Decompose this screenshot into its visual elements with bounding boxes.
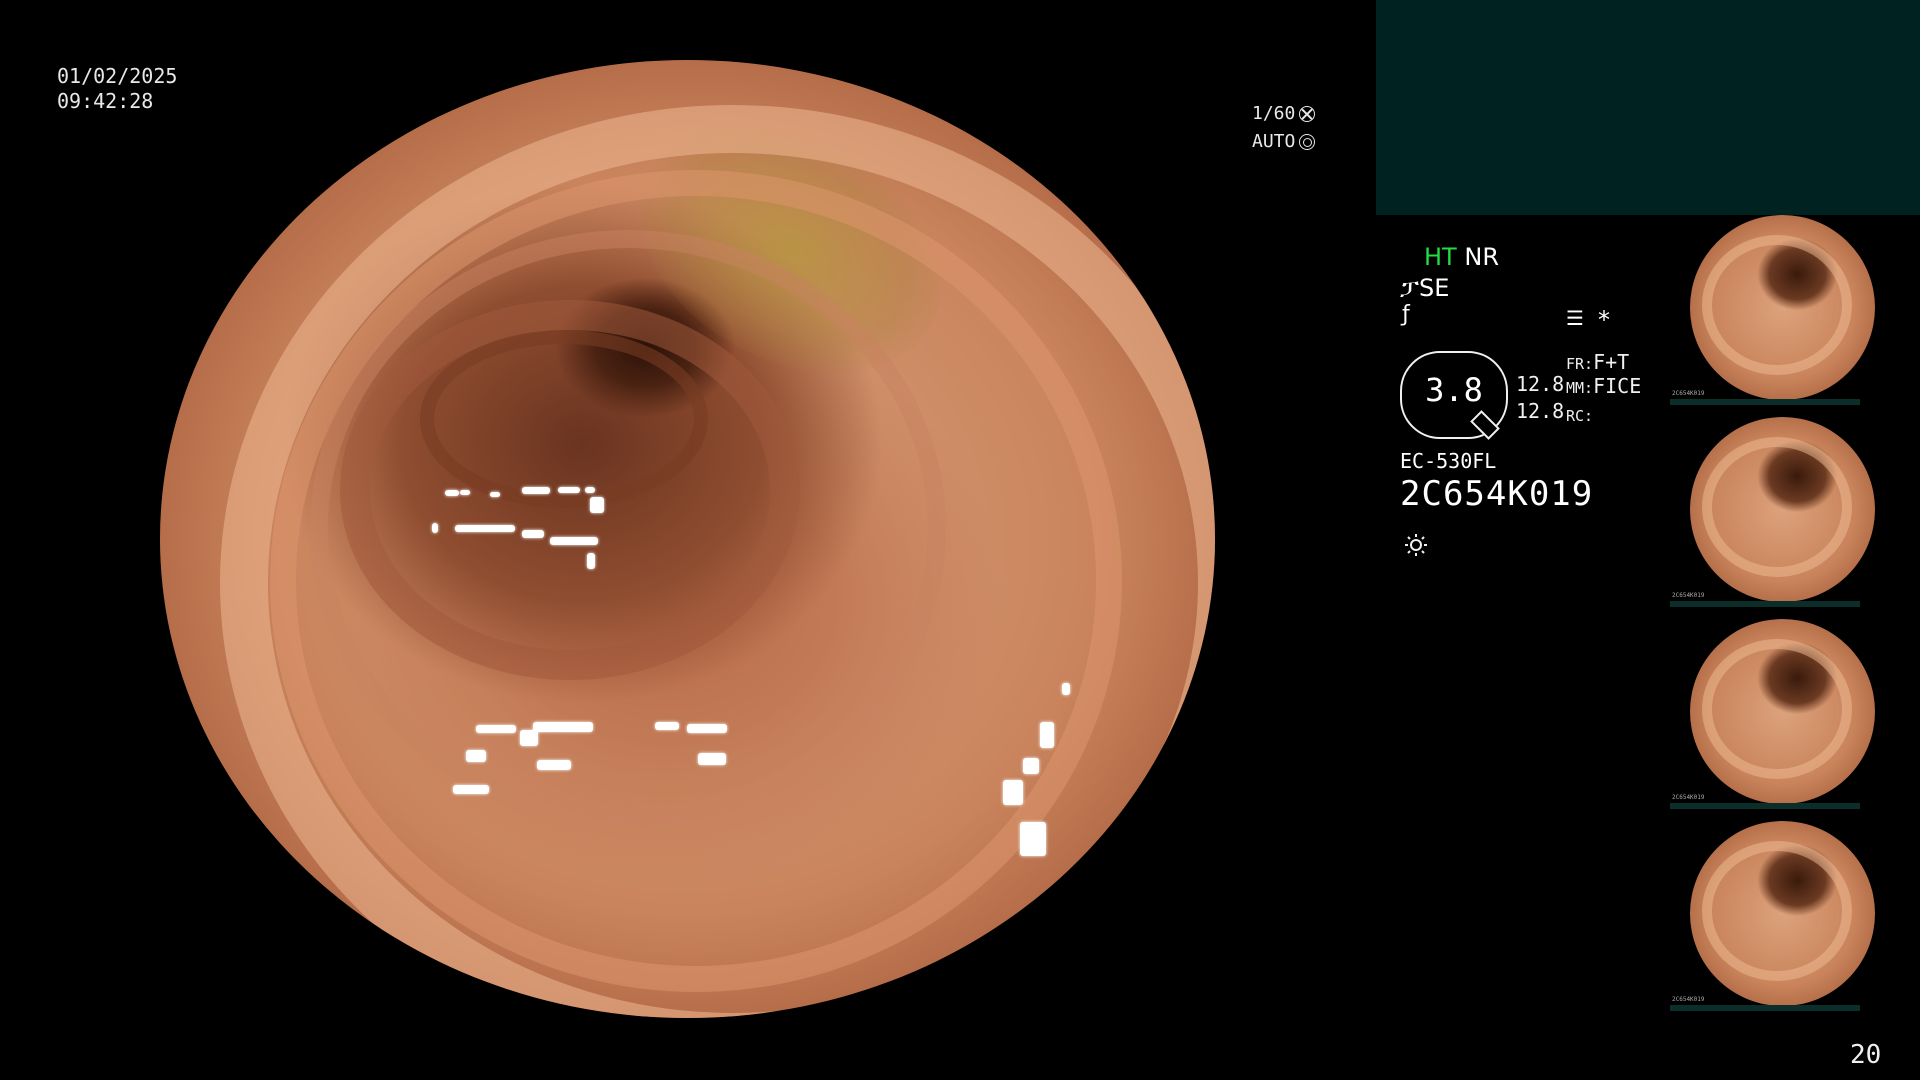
scope-model: EC-530FL [1400,449,1497,473]
specular-highlight [453,785,489,794]
specular-highlight [1040,722,1054,748]
mode-ht: HT [1424,243,1457,271]
specular-highlight [520,730,538,746]
specular-highlight [655,722,679,730]
specular-highlight [476,725,516,733]
time-text: 09:42:28 [57,89,154,113]
thumbnail-bar [1670,803,1860,809]
specular-highlight [1003,780,1023,805]
specular-highlight [587,553,595,569]
specular-highlight [490,492,500,497]
specular-highlight [455,525,515,532]
sun-icon [1405,534,1427,556]
thumbnail-serial: 2C654K019 [1672,390,1705,397]
specular-highlight [1062,683,1070,695]
target-icon [1299,134,1316,150]
specular-highlight [558,487,580,493]
thumbnail-serial: 2C654K019 [1672,592,1705,599]
specular-highlight [585,487,595,493]
thumbnail-image [1690,215,1875,400]
specular-highlight [460,490,470,495]
specular-highlight [687,724,727,733]
shutter-info: 1/60 AUTO [1252,100,1316,156]
specular-highlight [1020,822,1046,856]
thumbnail-image [1690,619,1875,804]
specular-highlight [533,722,593,732]
memo-icon: ☰ [1566,306,1584,330]
zoom-dial: 3.8 [1400,351,1508,440]
scope-serial: 2C654K019 [1400,474,1594,514]
thumbnail-fold [1702,235,1852,375]
specular-highlight [1115,840,1129,860]
specular-highlight [466,750,486,762]
mode-indicator: HT NR [1424,242,1499,272]
rc-label: RC: [1566,407,1594,425]
thumbnail-bar [1670,601,1860,607]
specular-highlight [445,490,459,496]
capture-thumbnail[interactable]: 2C654K019 [1670,821,1875,1011]
specular-highlight [890,992,904,1006]
lumen-fold [420,330,708,508]
specular-highlight [522,487,550,494]
mode-se: SE [1418,274,1450,302]
aperture-icon [1299,106,1316,122]
exposure-mode-row: AUTO [1252,128,1316,156]
shutter-speed-text: 1/60 [1252,103,1296,124]
zoom-value: 3.8 [1425,371,1483,409]
specular-highlight [1023,758,1039,774]
mm-row: MM:FICE [1566,374,1641,398]
capture-thumbnail[interactable]: 2C654K019 [1670,417,1875,607]
thumbnail-bar [1670,399,1860,405]
thumbnail-fold [1702,639,1852,779]
mode-nr: NR [1464,243,1499,271]
shutter-speed-row: 1/60 [1252,100,1316,128]
dial-handle [1470,410,1500,440]
structure-enhance-indicator: ፓSE [1400,273,1449,303]
mm-label: MM: [1566,379,1594,397]
enhance-number-2: 12.8 [1516,399,1565,423]
capture-thumbnail[interactable]: 2C654K019 [1670,215,1875,405]
thumbnail-image [1690,821,1875,1006]
specular-highlight [522,530,544,538]
endoscopic-image [160,60,1215,1018]
thumbnail-fold [1702,841,1852,981]
exposure-mode-text: AUTO [1252,131,1296,152]
se-symbol-icon: ፓ [1400,274,1419,302]
enhance-number-1: 12.8 [1516,372,1565,396]
specular-highlight [432,523,438,533]
thumbnail-serial: 2C654K019 [1672,794,1705,801]
thumbnail-serial: 2C654K019 [1672,996,1705,1003]
specular-highlight [590,497,604,513]
enhance-value-1: 12.8 [1516,372,1564,396]
rc-row: RC: [1566,402,1593,426]
fr-label: FR: [1566,355,1594,373]
thumbnail-fold [1702,437,1852,577]
thumbnail-image [1690,417,1875,602]
capture-thumbnail[interactable]: 2C654K019 [1670,619,1875,809]
page-number: 20 [1850,1040,1882,1070]
date-text: 01/02/2025 [57,64,178,88]
fr-value: F+T [1593,350,1630,374]
record-panel [1376,0,1920,215]
fr-row: FR:F+T [1566,350,1629,374]
specular-highlight [537,760,571,770]
timestamp: 01/02/2025 09:42:28 [57,64,177,114]
specular-highlight [550,537,598,545]
enhance-value-2: 12.8 [1516,399,1564,423]
thumbnail-bar [1670,1005,1860,1011]
mm-value: FICE [1593,374,1642,398]
specular-highlight [698,753,726,765]
asterisk-mark: * [1598,306,1610,334]
endoscopy-screen: 01/02/2025 09:42:28 1/60 AUTO HT NR ፓSE … [0,0,1920,1080]
color-mode-icon: ƒ [1402,302,1410,327]
